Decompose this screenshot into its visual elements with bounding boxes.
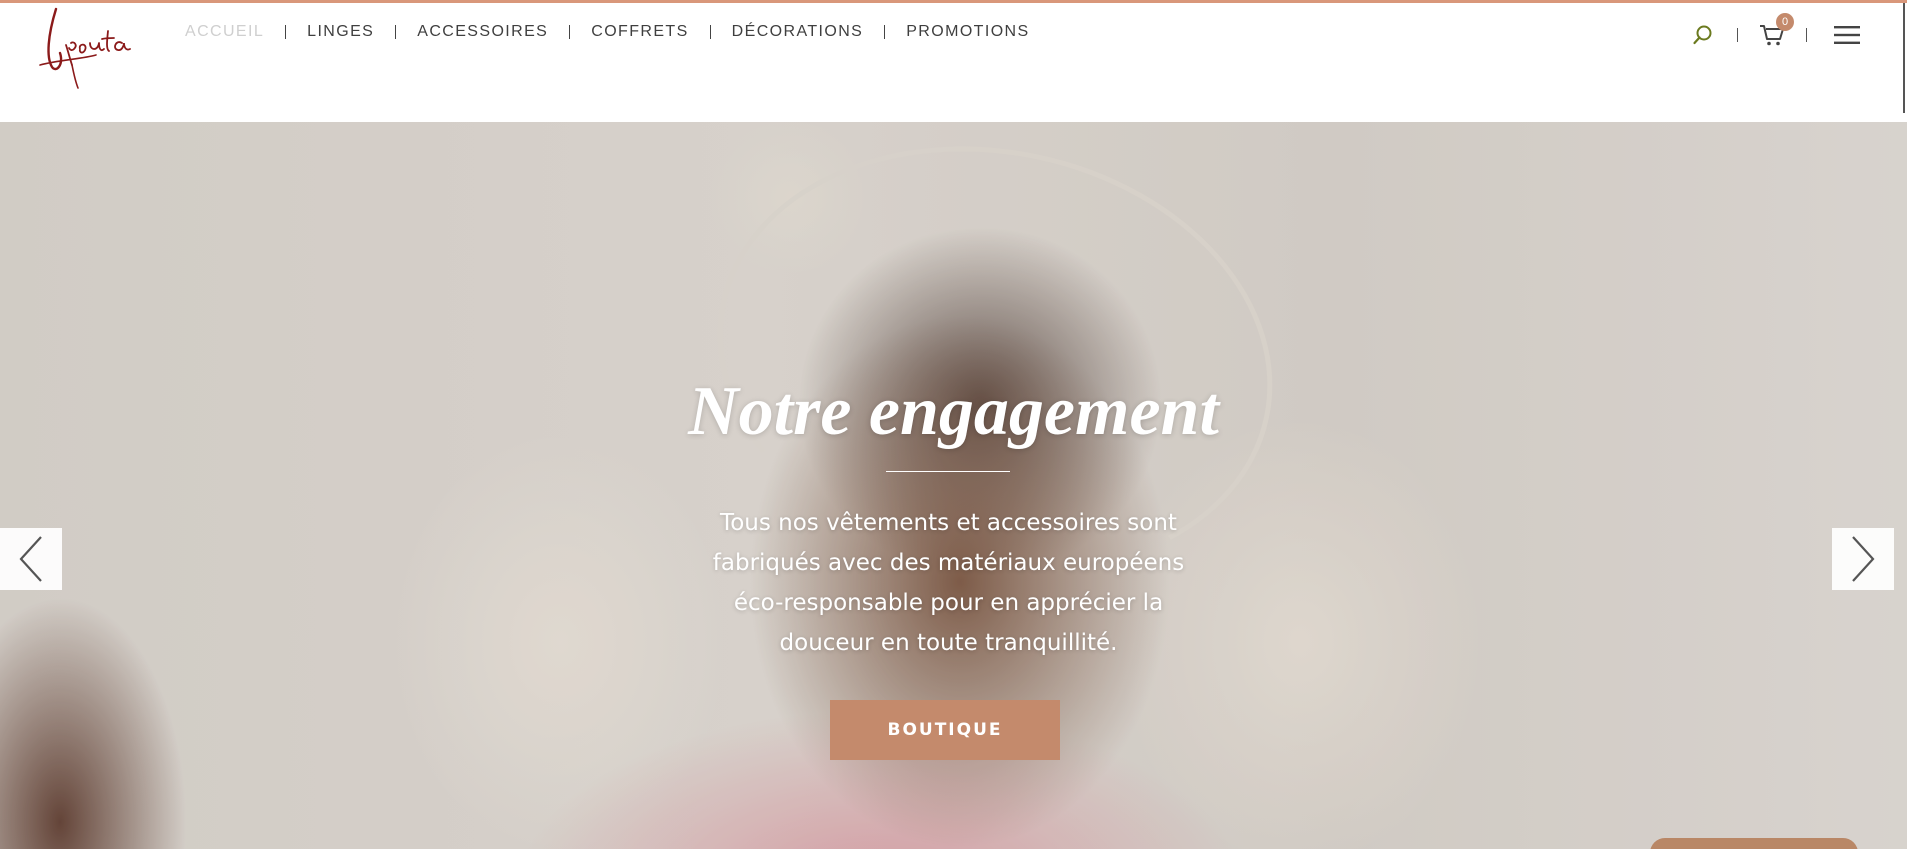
slider-prev-button[interactable]	[0, 528, 62, 590]
nav-separator	[884, 25, 886, 39]
page-scrollbar[interactable]	[1901, 0, 1907, 120]
main-nav: ACCUEIL LINGES ACCESSOIRES COFFRETS DÉCO…	[185, 23, 1030, 41]
shop-button[interactable]: BOUTIQUE	[830, 700, 1060, 760]
tools-separator	[1737, 28, 1738, 42]
logo-script-icon	[39, 7, 131, 89]
search-icon	[1693, 25, 1712, 45]
floating-widget-tab[interactable]	[1650, 838, 1858, 849]
nav-item-accessoires[interactable]: ACCESSOIRES	[417, 23, 548, 41]
nav-item-decorations[interactable]: DÉCORATIONS	[732, 23, 864, 41]
chevron-left-icon	[19, 536, 42, 582]
chevron-right-icon	[1852, 536, 1875, 582]
nav-separator	[285, 25, 287, 39]
slider-next-button[interactable]	[1832, 528, 1894, 590]
site-logo[interactable]	[38, 5, 134, 89]
hamburger-icon	[1834, 26, 1860, 44]
header-tools: 0	[1690, 13, 1861, 51]
site-header: ACCUEIL LINGES ACCESSOIRES COFFRETS DÉCO…	[0, 3, 1907, 122]
cart-count-badge: 0	[1776, 13, 1794, 31]
tools-separator	[1806, 28, 1807, 42]
cart-button[interactable]: 0	[1758, 13, 1794, 48]
nav-item-promotions[interactable]: PROMOTIONS	[906, 23, 1029, 41]
hero-description: Tous nos vêtements et accessoires sont f…	[712, 510, 1185, 656]
nav-separator	[395, 25, 397, 39]
nav-item-accueil[interactable]: ACCUEIL	[185, 23, 264, 41]
hero-slider: Notre engagement Tous nos vêtements et a…	[0, 122, 1907, 849]
nav-separator	[709, 25, 711, 39]
nav-item-linges[interactable]: LINGES	[307, 23, 374, 41]
search-button[interactable]	[1690, 22, 1716, 48]
menu-button[interactable]	[1833, 22, 1861, 48]
nav-item-coffrets[interactable]: COFFRETS	[591, 23, 688, 41]
hero-title: Notre engagement	[688, 373, 1219, 450]
hero-divider	[886, 471, 1010, 472]
nav-separator	[569, 25, 571, 39]
scrollbar-thumb[interactable]	[1903, 3, 1905, 113]
